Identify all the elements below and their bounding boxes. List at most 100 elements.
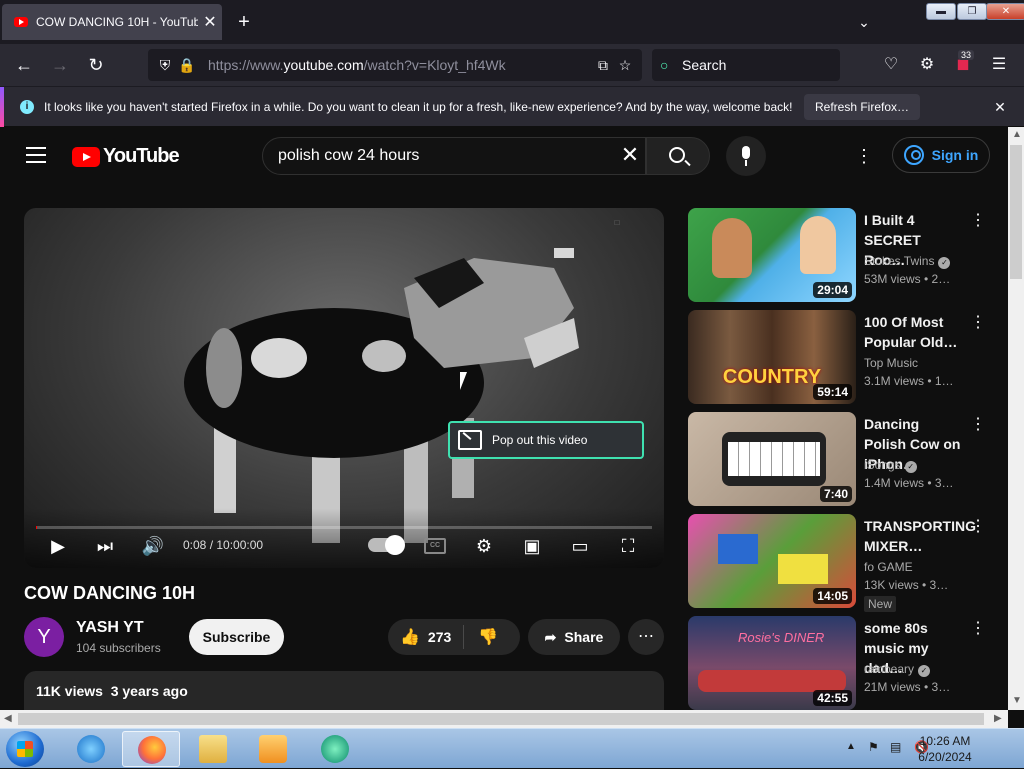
search-bar[interactable]: ○ Search [652, 49, 840, 81]
bookmark-star-icon[interactable]: ☆ [614, 57, 636, 74]
recommendation-channel[interactable]: Stokes Twins ✓ [864, 254, 951, 269]
video-thumbnail[interactable]: COUNTRY 59:14 [688, 310, 856, 404]
vertical-scrollbar[interactable]: ▲ ▼ [1008, 127, 1024, 710]
play-icon[interactable]: ▶ [44, 532, 72, 560]
like-count[interactable]: 273 [420, 625, 465, 649]
duration-badge: 29:04 [813, 282, 852, 298]
refresh-firefox-button[interactable]: Refresh Firefox… [804, 94, 921, 120]
scroll-left-arrow-icon[interactable]: ◀ [4, 713, 12, 724]
taskbar-firefox[interactable] [122, 731, 180, 767]
recommendation-title[interactable]: 100 Of Most Popular Old… [864, 312, 964, 352]
back-arrow-icon[interactable]: ← [11, 52, 37, 78]
search-button[interactable] [646, 137, 710, 175]
taskbar-media-player[interactable] [244, 731, 302, 767]
youtube-search-input[interactable]: polish cow 24 hours [262, 137, 646, 175]
pop-out-video-button[interactable]: Pop out this video [448, 421, 644, 459]
maximize-window-button[interactable]: ❐ [957, 3, 987, 20]
recommendation-item[interactable]: 29:04 I Built 4 SECRET Roo… Stokes Twins… [688, 208, 1000, 302]
taskbar-app[interactable] [306, 731, 364, 767]
next-video-icon[interactable]: ⏭ [91, 532, 119, 560]
forward-arrow-icon[interactable]: → [47, 52, 73, 78]
recommendation-views: 21M views • 3… [864, 680, 951, 694]
video-thumbnail[interactable]: 29:04 [688, 208, 856, 302]
recommendation-item[interactable]: 14:05 TRANSPORTING MIXER… fo GAME 13K vi… [688, 514, 1000, 612]
dislike-thumb-down-icon[interactable]: 👎 [464, 627, 498, 647]
pocket-icon[interactable]: ♡ [880, 54, 902, 76]
subscribe-button[interactable]: Subscribe [189, 619, 284, 655]
minimize-window-button[interactable]: ▬ [926, 3, 956, 20]
guide-menu-icon[interactable] [26, 147, 46, 163]
recommendation-views: 13K views • 3… [864, 578, 949, 592]
horizontal-scroll-thumb[interactable] [18, 713, 984, 725]
channel-name[interactable]: YASH YT [76, 619, 144, 637]
youtube-logo[interactable]: YouTube [72, 145, 180, 168]
channel-avatar[interactable]: Y [24, 617, 64, 657]
miniplayer-icon[interactable]: ▣ [518, 532, 546, 560]
recommendation-channel[interactable]: fo GAME [864, 560, 913, 574]
like-thumb-up-icon[interactable]: 👍 [388, 627, 420, 647]
system-clock[interactable]: 10:26 AM 6/20/2024 [912, 733, 978, 765]
video-thumbnail[interactable]: 7:40 [688, 412, 856, 506]
folder-icon [199, 735, 227, 763]
reload-icon[interactable]: ↻ [83, 52, 109, 78]
url-bar[interactable]: ⛨ 🔒 https://www.youtube.com/watch?v=Kloy… [148, 49, 642, 81]
close-window-button[interactable]: ✕ [986, 3, 1024, 20]
list-all-tabs-chevron-icon[interactable]: ⌄ [852, 10, 876, 34]
extensions-icon[interactable]: ⚙ [916, 54, 938, 76]
recommendation-item[interactable]: Rosie's DINER 42:55 some 80s music my da… [688, 616, 1000, 710]
lock-icon[interactable]: 🔒 [176, 57, 198, 74]
tab-title: COW DANCING 10H - YouTube [36, 15, 198, 29]
tab-youtube[interactable]: COW DANCING 10H - YouTube ✕ [2, 4, 222, 40]
duration-badge: 14:05 [813, 588, 852, 604]
scroll-right-arrow-icon[interactable]: ▶ [994, 713, 1002, 724]
taskbar-internet-explorer[interactable] [62, 731, 120, 767]
recommendation-menu-icon[interactable]: ⋮ [970, 618, 986, 638]
fullscreen-icon[interactable]: ⛶ [614, 532, 642, 560]
recommendation-menu-icon[interactable]: ⋮ [970, 414, 986, 434]
network-icon[interactable]: ▤ [890, 740, 901, 754]
scroll-up-arrow-icon[interactable]: ▲ [1012, 129, 1022, 140]
video-player[interactable]: □ Pop out this video ▶ ⏭ 🔊 0:08 / 10:00:… [24, 208, 664, 568]
share-button[interactable]: ➦ Share [528, 619, 620, 655]
video-thumbnail[interactable]: Rosie's DINER 42:55 [688, 616, 856, 710]
start-button[interactable] [6, 731, 44, 767]
recommendation-title[interactable]: TRANSPORTING MIXER… [864, 516, 976, 556]
url-text[interactable]: https://www.youtube.com/watch?v=Kloyt_hf… [208, 57, 592, 73]
tab-close-icon[interactable]: ✕ [198, 12, 222, 32]
video-thumbnail[interactable]: 14:05 [688, 514, 856, 608]
autoplay-toggle[interactable] [368, 535, 405, 555]
volume-icon[interactable]: 🔊 [139, 532, 167, 560]
new-tab-button[interactable]: + [232, 10, 256, 34]
subtitles-cc-icon[interactable]: CC [424, 538, 446, 554]
app-menu-icon[interactable]: ☰ [988, 54, 1010, 76]
recommendation-menu-icon[interactable]: ⋮ [970, 312, 986, 332]
clear-search-icon[interactable]: ✕ [618, 143, 642, 167]
vertical-scroll-thumb[interactable] [1010, 145, 1022, 279]
recommendation-menu-icon[interactable]: ⋮ [970, 210, 986, 230]
recommendation-channel[interactable]: Top Music [864, 356, 918, 370]
scroll-down-arrow-icon[interactable]: ▼ [1012, 695, 1022, 706]
shield-icon[interactable]: ⛨ [154, 57, 176, 74]
progress-fill [36, 526, 37, 529]
settings-more-icon[interactable]: ⋮ [854, 145, 874, 167]
progress-bar[interactable] [36, 526, 652, 529]
recommendation-channel[interactable]: rainbeary ✓ [864, 662, 931, 677]
more-actions-icon[interactable]: ⋯ [628, 619, 664, 655]
recommendation-menu-icon[interactable]: ⋮ [970, 516, 986, 536]
mouse-cursor [460, 372, 467, 390]
taskbar-file-explorer[interactable] [184, 731, 242, 767]
show-hidden-icons-icon[interactable]: ▲ [846, 741, 856, 752]
recommendation-channel[interactable]: iSongs ✓ [864, 458, 917, 473]
navigation-toolbar: ← → ↻ ⛨ 🔒 https://www.youtube.com/watch?… [0, 44, 1024, 86]
recommendation-item[interactable]: 7:40 Dancing Polish Cow on iPhon… iSongs… [688, 412, 1000, 506]
settings-gear-icon[interactable]: ⚙ [470, 532, 498, 560]
notification-close-icon[interactable]: ✕ [990, 95, 1010, 119]
picture-in-picture-icon[interactable]: ⧉ [592, 57, 614, 74]
recommendation-item[interactable]: COUNTRY 59:14 100 Of Most Popular Old… T… [688, 310, 1000, 404]
theater-mode-icon[interactable]: ▭ [566, 532, 594, 560]
voice-search-mic-icon[interactable] [726, 136, 766, 176]
description-box[interactable]: 11K views 3 years ago [24, 671, 664, 710]
sign-in-button[interactable]: Sign in [892, 137, 990, 173]
action-center-flag-icon[interactable]: ⚑ [868, 740, 879, 754]
horizontal-scrollbar[interactable]: ◀ ▶ [0, 710, 1008, 728]
